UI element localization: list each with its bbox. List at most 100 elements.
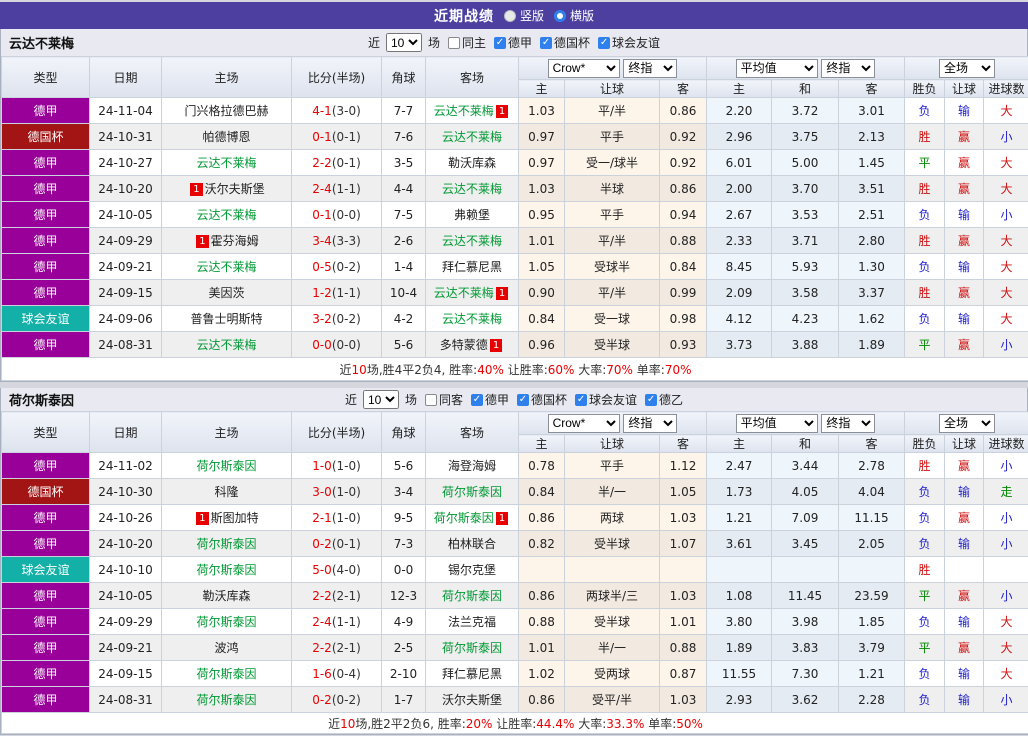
league-filter-德国杯[interactable]: ✓德国杯 bbox=[517, 391, 567, 408]
view-option-horizontal[interactable]: 横版 bbox=[554, 7, 594, 24]
result-handicap: 赢 bbox=[945, 453, 984, 479]
result-winloss: 负 bbox=[905, 202, 945, 228]
match-count-select[interactable]: 10 bbox=[363, 390, 399, 409]
league-badge: 德甲 bbox=[2, 453, 90, 479]
results-table: 类型日期主场比分(半场)角球客场Crow* 终指平均值 终指全场主让球客主和客胜… bbox=[1, 411, 1028, 734]
radio-horizontal-icon[interactable] bbox=[554, 10, 566, 22]
league-filter-球会友谊[interactable]: ✓球会友谊 bbox=[575, 391, 637, 408]
league-checkbox[interactable]: ✓ bbox=[540, 37, 552, 49]
match-row: 球会友谊 24-10-10 荷尔斯泰因 5-0(4-0) 0-0 锡尔克堡 胜 bbox=[2, 557, 1028, 583]
away-team-name: 云达不莱梅 bbox=[442, 234, 502, 248]
odds-home: 0.84 bbox=[519, 479, 565, 505]
home-team-name: 荷尔斯泰因 bbox=[196, 615, 256, 629]
league-filter-德甲[interactable]: ✓德甲 bbox=[471, 391, 509, 408]
odds-handicap: 平手 bbox=[565, 124, 660, 150]
away-team-name: 云达不莱梅 bbox=[434, 104, 494, 118]
away-team-name: 云达不莱梅 bbox=[434, 286, 494, 300]
home-team-name: 沃尔夫斯堡 bbox=[205, 182, 265, 196]
avg-home: 2.47 bbox=[707, 453, 772, 479]
result-winloss: 平 bbox=[905, 583, 945, 609]
column-subheader: 和 bbox=[772, 435, 839, 453]
avg-away bbox=[839, 557, 905, 583]
date-cell: 24-08-31 bbox=[90, 687, 162, 713]
avg-home: 2.33 bbox=[707, 228, 772, 254]
home-cell: 云达不莱梅 bbox=[162, 202, 292, 228]
score-cell: 2-2(0-1) bbox=[292, 150, 382, 176]
home-team-name: 云达不莱梅 bbox=[196, 208, 256, 222]
league-checkbox[interactable]: ✓ bbox=[517, 394, 529, 406]
column-subheader: 主 bbox=[519, 80, 565, 98]
same-side-filter[interactable]: 同主 bbox=[448, 34, 486, 51]
league-checkbox[interactable]: ✓ bbox=[494, 37, 506, 49]
avg-source-select[interactable]: 平均值 bbox=[736, 414, 818, 433]
league-filter-德国杯[interactable]: ✓德国杯 bbox=[540, 34, 590, 51]
column-subheader: 客 bbox=[839, 80, 905, 98]
column-subheader: 让球 bbox=[945, 80, 984, 98]
score-cell: 3-4(3-3) bbox=[292, 228, 382, 254]
odds-home: 0.88 bbox=[519, 609, 565, 635]
league-badge: 德甲 bbox=[2, 280, 90, 306]
result-winloss: 平 bbox=[905, 332, 945, 358]
radio-vertical-icon[interactable] bbox=[504, 10, 516, 22]
match-count-select[interactable]: 10 bbox=[386, 33, 422, 52]
league-checkbox[interactable]: ✓ bbox=[598, 37, 610, 49]
league-filter-球会友谊[interactable]: ✓球会友谊 bbox=[598, 34, 660, 51]
away-cell: 海登海姆 bbox=[426, 453, 519, 479]
away-cell: 荷尔斯泰因1 bbox=[426, 505, 519, 531]
corner-cell: 7-7 bbox=[382, 98, 426, 124]
period-select[interactable]: 全场 bbox=[939, 59, 995, 78]
league-badge: 德甲 bbox=[2, 609, 90, 635]
league-checkbox[interactable]: ✓ bbox=[645, 394, 657, 406]
period-select[interactable]: 全场 bbox=[939, 414, 995, 433]
column-subheader: 让球 bbox=[565, 80, 660, 98]
home-cell: 1沃尔夫斯堡 bbox=[162, 176, 292, 202]
result-handicap: 输 bbox=[945, 254, 984, 280]
odds-stage-select[interactable]: 终指 bbox=[623, 414, 677, 433]
league-checkbox[interactable]: ✓ bbox=[471, 394, 483, 406]
odds-stage-select[interactable]: 终指 bbox=[623, 59, 677, 78]
away-cell: 荷尔斯泰因 bbox=[426, 583, 519, 609]
column-header: 比分(半场) bbox=[292, 57, 382, 98]
result-goals: 大 bbox=[984, 150, 1028, 176]
match-row: 德甲 24-10-26 1斯图加特 2-1(1-0) 9-5 荷尔斯泰因1 0.… bbox=[2, 505, 1028, 531]
column-header: 客场 bbox=[426, 412, 519, 453]
same-side-checkbox[interactable] bbox=[425, 394, 437, 406]
home-team-name: 美因茨 bbox=[208, 286, 244, 300]
league-filter-德甲[interactable]: ✓德甲 bbox=[494, 34, 532, 51]
result-goals: 小 bbox=[984, 332, 1028, 358]
score-cell: 1-2(1-1) bbox=[292, 280, 382, 306]
column-header: 类型 bbox=[2, 412, 90, 453]
home-cell: 门兴格拉德巴赫 bbox=[162, 98, 292, 124]
league-filter-德乙[interactable]: ✓德乙 bbox=[645, 391, 683, 408]
avg-home: 2.93 bbox=[707, 687, 772, 713]
league-badge: 德甲 bbox=[2, 150, 90, 176]
avg-stage-select[interactable]: 终指 bbox=[821, 59, 875, 78]
score-cell: 5-0(4-0) bbox=[292, 557, 382, 583]
avg-group-header: 平均值 终指 bbox=[707, 57, 905, 80]
view-option-vertical[interactable]: 竖版 bbox=[504, 7, 544, 24]
odds-home: 0.90 bbox=[519, 280, 565, 306]
avg-home: 2.00 bbox=[707, 176, 772, 202]
result-winloss: 平 bbox=[905, 150, 945, 176]
league-badge: 德甲 bbox=[2, 635, 90, 661]
odds-home: 0.97 bbox=[519, 150, 565, 176]
column-subheader: 和 bbox=[772, 80, 839, 98]
odds-company-select[interactable]: Crow* bbox=[548, 59, 620, 78]
result-goals: 大 bbox=[984, 661, 1028, 687]
odds-company-select[interactable]: Crow* bbox=[548, 414, 620, 433]
same-side-filter[interactable]: 同客 bbox=[425, 391, 463, 408]
same-side-checkbox[interactable] bbox=[448, 37, 460, 49]
date-cell: 24-10-26 bbox=[90, 505, 162, 531]
avg-source-select[interactable]: 平均值 bbox=[736, 59, 818, 78]
date-cell: 24-11-04 bbox=[90, 98, 162, 124]
away-team-name: 海登海姆 bbox=[448, 459, 496, 473]
column-header: 日期 bbox=[90, 412, 162, 453]
avg-stage-select[interactable]: 终指 bbox=[821, 414, 875, 433]
odds-home: 0.95 bbox=[519, 202, 565, 228]
league-checkbox[interactable]: ✓ bbox=[575, 394, 587, 406]
result-winloss: 胜 bbox=[905, 557, 945, 583]
column-subheader: 胜负 bbox=[905, 80, 945, 98]
away-cell: 勒沃库森 bbox=[426, 150, 519, 176]
avg-draw: 3.88 bbox=[772, 332, 839, 358]
score-cell: 0-2(0-1) bbox=[292, 531, 382, 557]
